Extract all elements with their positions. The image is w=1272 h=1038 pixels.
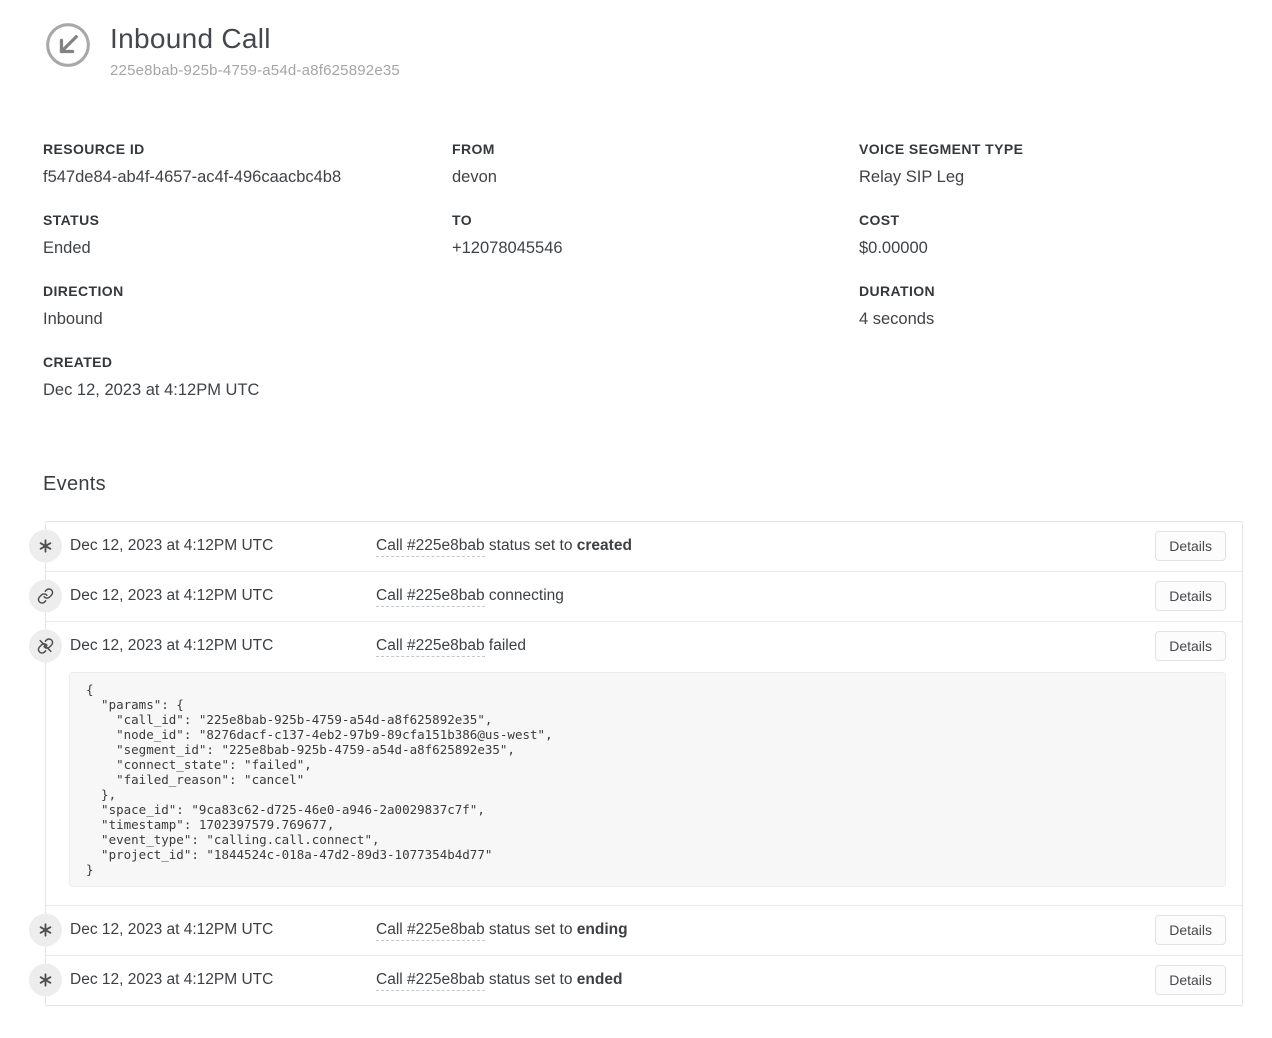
call-detail-page: Inbound Call 225e8bab-925b-4759-a54d-a8f… [0, 0, 1272, 1006]
events-heading: Events [43, 473, 1272, 496]
field-resource-id: RESOURCE ID f547de84-ab4f-4657-ac4f-496c… [43, 141, 452, 187]
field-to: TO +12078045546 [452, 212, 859, 258]
field-value: +12078045546 [452, 239, 859, 258]
event-text: status set to [485, 537, 577, 554]
event-payload-json: { "params": { "call_id": "225e8bab-925b-… [69, 672, 1226, 887]
page-header: Inbound Call 225e8bab-925b-4759-a54d-a8f… [0, 0, 1272, 79]
events-list: Dec 12, 2023 at 4:12PM UTC Call #225e8ba… [45, 521, 1243, 1006]
field-label: CREATED [43, 354, 452, 370]
event-timestamp: Dec 12, 2023 at 4:12PM UTC [70, 921, 376, 939]
asterisk-icon [29, 530, 62, 563]
field-label: TO [452, 212, 859, 228]
field-label: COST [859, 212, 1242, 228]
event-description: Call #225e8bab status set to ended [376, 971, 1155, 989]
field-cost: COST $0.00000 [859, 212, 1242, 258]
event-call-link[interactable]: Call #225e8bab [376, 587, 485, 607]
event-call-link[interactable]: Call #225e8bab [376, 637, 485, 657]
event-text: status set to [485, 921, 577, 938]
event-row: Dec 12, 2023 at 4:12PM UTC Call #225e8ba… [46, 522, 1242, 571]
details-column-3: VOICE SEGMENT TYPE Relay SIP Leg COST $0… [859, 141, 1242, 425]
page-title: Inbound Call [110, 22, 400, 55]
field-label: DURATION [859, 283, 1242, 299]
details-column-2: FROM devon TO +12078045546 [452, 141, 859, 425]
event-timestamp: Dec 12, 2023 at 4:12PM UTC [70, 971, 376, 989]
event-timestamp: Dec 12, 2023 at 4:12PM UTC [70, 637, 376, 655]
event-timestamp: Dec 12, 2023 at 4:12PM UTC [70, 537, 376, 555]
field-value: Relay SIP Leg [859, 168, 1242, 187]
field-value: f547de84-ab4f-4657-ac4f-496caacbc4b8 [43, 168, 452, 187]
field-label: VOICE SEGMENT TYPE [859, 141, 1242, 157]
field-value: $0.00000 [859, 239, 1242, 258]
field-created: CREATED Dec 12, 2023 at 4:12PM UTC [43, 354, 452, 400]
event-row: Dec 12, 2023 at 4:12PM UTC Call #225e8ba… [46, 955, 1242, 1005]
event-text: failed [485, 637, 526, 654]
event-call-link[interactable]: Call #225e8bab [376, 537, 485, 557]
details-button[interactable]: Details [1155, 631, 1226, 661]
field-label: STATUS [43, 212, 452, 228]
event-call-link[interactable]: Call #225e8bab [376, 921, 485, 941]
event-description: Call #225e8bab status set to ending [376, 921, 1155, 939]
field-label: RESOURCE ID [43, 141, 452, 157]
event-status-emphasis: ended [577, 971, 623, 988]
field-duration: DURATION 4 seconds [859, 283, 1242, 329]
event-row: Dec 12, 2023 at 4:12PM UTC Call #225e8ba… [46, 571, 1242, 621]
event-text: status set to [485, 971, 577, 988]
event-status-emphasis: ending [577, 921, 628, 938]
call-uuid: 225e8bab-925b-4759-a54d-a8f625892e35 [110, 62, 400, 79]
field-label: FROM [452, 141, 859, 157]
asterisk-icon [29, 964, 62, 997]
field-label: DIRECTION [43, 283, 452, 299]
field-value: Inbound [43, 310, 452, 329]
field-voice-segment-type: VOICE SEGMENT TYPE Relay SIP Leg [859, 141, 1242, 187]
event-timestamp: Dec 12, 2023 at 4:12PM UTC [70, 587, 376, 605]
event-description: Call #225e8bab status set to created [376, 537, 1155, 555]
event-row: Dec 12, 2023 at 4:12PM UTC Call #225e8ba… [46, 905, 1242, 955]
field-value: Dec 12, 2023 at 4:12PM UTC [43, 381, 452, 400]
field-value: devon [452, 168, 859, 187]
details-button[interactable]: Details [1155, 915, 1226, 945]
asterisk-icon [29, 914, 62, 947]
event-text: connecting [485, 587, 564, 604]
inbound-call-icon [45, 22, 91, 68]
field-value: Ended [43, 239, 452, 258]
field-direction: DIRECTION Inbound [43, 283, 452, 329]
details-button[interactable]: Details [1155, 581, 1226, 611]
details-button[interactable]: Details [1155, 531, 1226, 561]
event-call-link[interactable]: Call #225e8bab [376, 971, 485, 991]
link-icon [29, 580, 62, 613]
details-button[interactable]: Details [1155, 965, 1226, 995]
event-status-emphasis: created [577, 537, 632, 554]
event-description: Call #225e8bab connecting [376, 587, 1155, 605]
call-details-grid: RESOURCE ID f547de84-ab4f-4657-ac4f-496c… [43, 141, 1242, 425]
event-row: Dec 12, 2023 at 4:12PM UTC Call #225e8ba… [46, 621, 1242, 887]
page-title-block: Inbound Call 225e8bab-925b-4759-a54d-a8f… [110, 22, 400, 79]
field-value: 4 seconds [859, 310, 1242, 329]
event-description: Call #225e8bab failed [376, 637, 1155, 655]
field-status: STATUS Ended [43, 212, 452, 258]
details-column-1: RESOURCE ID f547de84-ab4f-4657-ac4f-496c… [43, 141, 452, 425]
field-from: FROM devon [452, 141, 859, 187]
link-off-icon [29, 630, 62, 663]
